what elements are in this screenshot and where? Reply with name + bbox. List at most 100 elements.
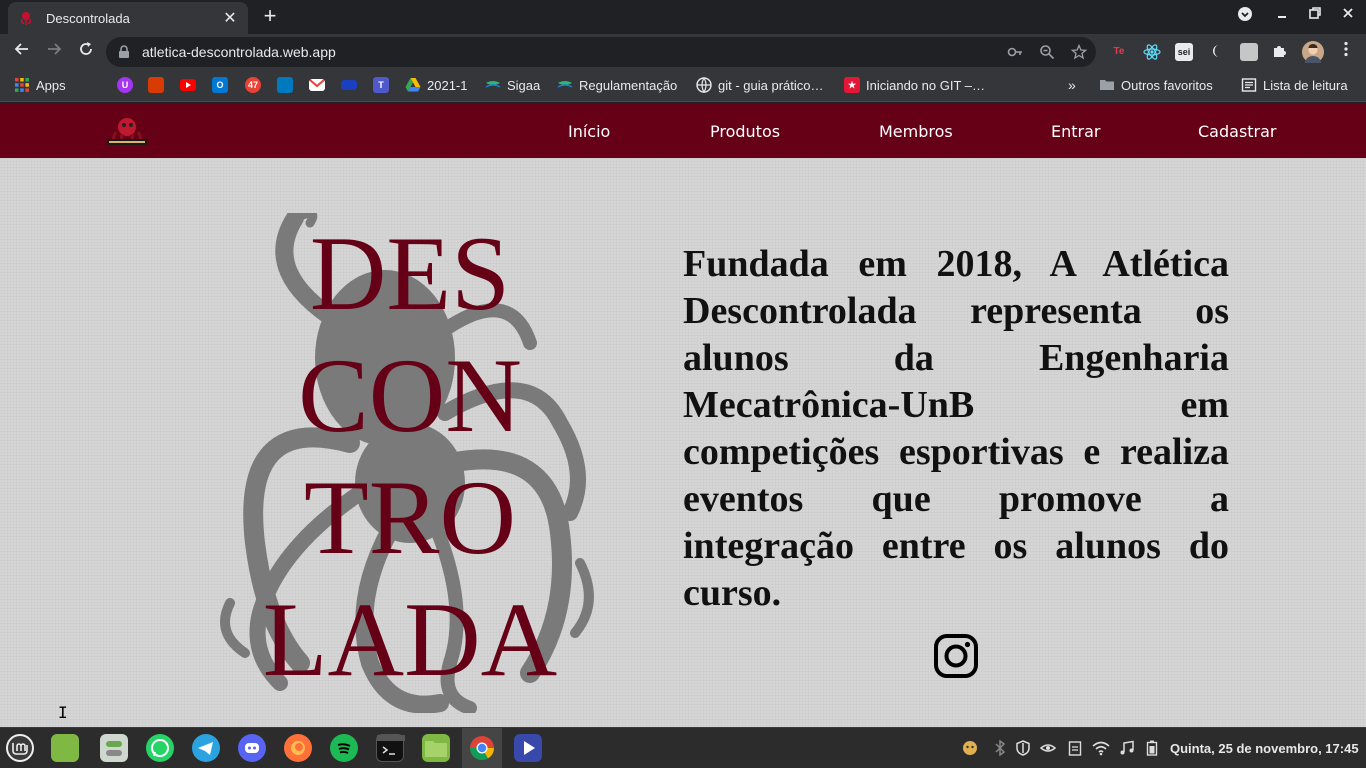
zoom-icon[interactable] [1038,44,1056,62]
browser-tabstrip: Descontrolada ✕ + [0,0,1366,34]
files-folder-icon[interactable] [422,734,450,762]
extensions-puzzle-icon[interactable] [1271,43,1289,61]
bookmark-regulamentacao[interactable]: Regulamentação [557,77,677,93]
site-navbar: Início Produtos Membros Entrar Cadastrar [0,103,1366,158]
discord-icon[interactable] [238,734,266,762]
clipboard-icon[interactable] [1068,740,1082,759]
address-bar[interactable]: atletica-descontrolada.web.app [106,37,1096,67]
lock-icon [119,45,129,58]
blue-site-icon [341,80,357,90]
bookmark-sigaa[interactable]: Sigaa [485,77,540,93]
descontrolada-logo-icon[interactable] [104,112,150,150]
reading-list-label: Lista de leitura [1263,77,1348,93]
git-star-icon: ★ [844,77,860,93]
bookmark-udemy[interactable]: U [117,77,133,93]
hero-wordmark: DES CON TRO LADA [200,213,620,713]
bookmark-gmail[interactable] [309,77,325,91]
terminal-icon[interactable] [376,734,405,762]
te-extension-icon[interactable]: Te [1110,43,1128,61]
bookmark-blue-site[interactable] [341,77,357,90]
bookmarks-bar: Apps U O 47 T 2021-1 Sigaa Regulamentaçã… [0,70,1366,102]
google-drive-icon [405,77,421,93]
minimize-window-icon[interactable] [1270,6,1294,23]
react-devtools-icon[interactable] [1143,43,1161,61]
nav-inicio[interactable]: Início [568,122,610,141]
office-icon [148,77,164,93]
outlook-icon: O [212,77,228,93]
bookmark-youtube[interactable] [180,77,196,91]
sound-music-icon[interactable] [1119,740,1135,759]
whatsapp-icon[interactable] [146,734,174,762]
bookmark-outros-favoritos[interactable]: Outros favoritos [1099,77,1213,93]
octopus-favicon-icon [21,12,31,25]
media-player-icon[interactable] [514,734,542,762]
bookmark-2021[interactable]: 2021-1 [405,77,467,93]
url-text: atletica-descontrolada.web.app [142,44,336,60]
reload-icon[interactable] [74,40,98,64]
bookmark-iniciando-git[interactable]: ★ Iniciando no GIT –… [844,77,985,93]
close-window-icon[interactable] [1336,6,1360,23]
star-bookmark-icon[interactable] [1070,43,1088,62]
about-paragraph: Fundada em 2018, A Atlética Descontrolad… [683,243,1229,614]
mint-menu-icon[interactable] [6,734,34,762]
spotify-icon[interactable] [330,734,358,762]
bookmark-trello[interactable] [277,77,293,93]
calendar-icon: 47 [245,77,261,93]
apps-grid-icon [14,77,30,93]
forward-icon[interactable] [42,40,66,64]
bookmark-iniciando-git-label: Iniciando no GIT –… [866,77,985,93]
bookmark-office[interactable] [148,77,164,93]
k-extension-icon[interactable] [1240,43,1258,61]
shield-icon[interactable] [1015,740,1031,759]
hero-word-2: CON [298,337,522,454]
bookmarks-overflow-chevron-icon[interactable]: » [1068,77,1076,93]
dark-mode-extension-icon[interactable] [1208,43,1226,61]
folder-icon [1099,77,1115,93]
browser-toolbar: atletica-descontrolada.web.app Te sei [0,34,1366,70]
settings-toggle-icon[interactable] [100,734,128,762]
taskbar-clock[interactable]: Quinta, 25 de novembro, 17:45 [1170,741,1359,756]
profile-menu-icon[interactable] [1233,6,1257,25]
battery-icon[interactable] [1146,740,1158,759]
hero-word-3: TRO [304,459,516,576]
profile-avatar[interactable] [1302,41,1324,63]
telegram-icon[interactable] [192,734,220,762]
bookmark-outlook[interactable]: O [212,77,228,93]
browser-tab[interactable]: Descontrolada ✕ [8,2,248,34]
bookmark-apps[interactable]: Apps [14,77,66,93]
hero-word-1: DES [309,215,511,332]
restore-window-icon[interactable] [1303,6,1327,23]
chrome-menu-icon[interactable] [1334,40,1358,64]
new-tab-button[interactable]: + [258,5,282,27]
bookmark-regulamentacao-label: Regulamentação [579,77,678,93]
show-desktop-icon[interactable] [51,734,79,762]
bookmark-calendar[interactable]: 47 [245,77,261,93]
instagram-icon[interactable] [933,633,979,679]
update-manager-icon[interactable] [960,737,980,760]
reading-list[interactable]: Lista de leitura [1241,77,1348,93]
globe-icon [696,77,712,94]
bookmark-teams[interactable]: T [373,77,389,93]
web-page: Início Produtos Membros Entrar Cadastrar [0,103,1366,727]
hero-word-4: LADA [262,581,558,698]
chrome-icon[interactable] [468,734,496,762]
nav-entrar[interactable]: Entrar [1051,122,1100,141]
bookmark-sigaa-label: Sigaa [507,77,541,93]
sigaa-icon [485,77,501,93]
reading-list-icon [1241,77,1257,93]
tab-title: Descontrolada [46,10,130,26]
bookmark-git-guia-label: git - guia prático… [718,77,824,93]
nav-produtos[interactable]: Produtos [710,122,780,141]
bluetooth-icon[interactable] [994,739,1006,759]
wifi-icon[interactable] [1092,740,1110,759]
nav-membros[interactable]: Membros [879,122,953,141]
firefox-icon[interactable] [284,734,312,762]
bookmark-git-guia[interactable]: git - guia prático… [696,77,824,94]
sigaa-icon [557,77,573,93]
key-icon[interactable] [1006,44,1024,62]
nav-cadastrar[interactable]: Cadastrar [1198,122,1277,141]
back-icon[interactable] [10,40,34,64]
close-tab-icon[interactable]: ✕ [222,8,238,28]
sei-extension-icon[interactable]: sei [1175,43,1193,61]
nvidia-icon[interactable] [1039,740,1057,759]
